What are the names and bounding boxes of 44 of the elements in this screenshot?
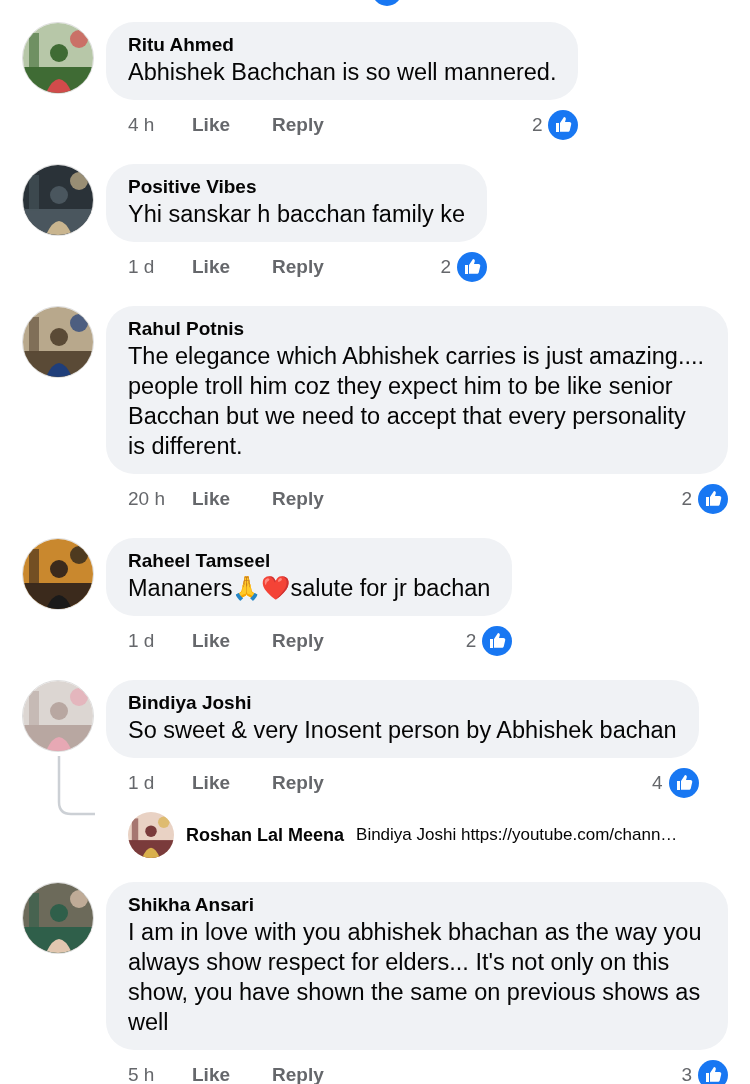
author-name[interactable]: Rahul Potnis [128,317,706,341]
reaction-count: 2 [465,628,477,653]
timestamp: 1 d [128,770,156,795]
comment-text: Mananers🙏❤salute for jr bachan [128,574,491,603]
timestamp: 4 h [128,112,156,137]
reply-link[interactable]: Reply [272,768,324,798]
author-name[interactable]: Shikha Ansari [128,893,706,917]
reaction-count: 2 [531,112,543,137]
reply-link[interactable]: Reply [272,484,324,514]
reply-link[interactable]: Reply [272,626,324,656]
like-icon [698,484,728,514]
like-icon [482,626,513,656]
reaction-count: 4 [652,770,663,795]
timestamp: 1 d [128,254,156,279]
like-icon [698,1060,728,1084]
like-link[interactable]: Like [192,252,231,282]
reply-link[interactable]: Reply [272,252,324,282]
timestamp: 20 h [128,486,166,511]
author-name[interactable]: Bindiya Joshi [128,691,677,715]
reaction-count: 3 [681,1062,692,1084]
like-link[interactable]: Like [192,484,231,514]
comment-text: I am in love with you abhishek bhachan as the way you always show respect for elders... It's not only on this show, you have shown the same on previous shows as well [128,918,703,1037]
like-link[interactable]: Like [192,768,231,798]
like-icon [457,252,487,282]
like-icon [548,110,579,140]
author-name[interactable]: Raheel Tamseel [128,549,491,573]
comment-text: The elegance which Abhishek carries is just amazing.... people troll him coz they expect him to be like senior Bacchan but we need to accept that every personality is different. [128,342,706,461]
timestamp: 5 h [128,1062,156,1084]
like-icon [668,768,699,798]
reaction-count: 2 [440,254,451,279]
like-link[interactable]: Like [192,110,231,140]
author-name[interactable]: Roshan Lal Meena [186,821,345,849]
like-link[interactable]: Like [192,1060,231,1084]
comment-text: So sweet & very Inosent person by Abhishek bachan [128,716,677,745]
comment-text: Abhishek Bachchan is so well mannered. [128,58,557,87]
author-name[interactable]: Positive Vibes [128,175,465,199]
timestamp: 1 d [128,628,156,653]
like-link[interactable]: Like [192,626,231,656]
reply-text: Bindiya Joshi https://youtube.com/chann… [356,824,678,847]
comment-text: Yhi sanskar h bacchan family ke [128,200,465,229]
reply-link[interactable]: Reply [272,1060,324,1084]
reply-link[interactable]: Reply [272,110,324,140]
reaction-count: 2 [681,486,692,511]
author-name[interactable]: Ritu Ahmed [128,33,557,57]
